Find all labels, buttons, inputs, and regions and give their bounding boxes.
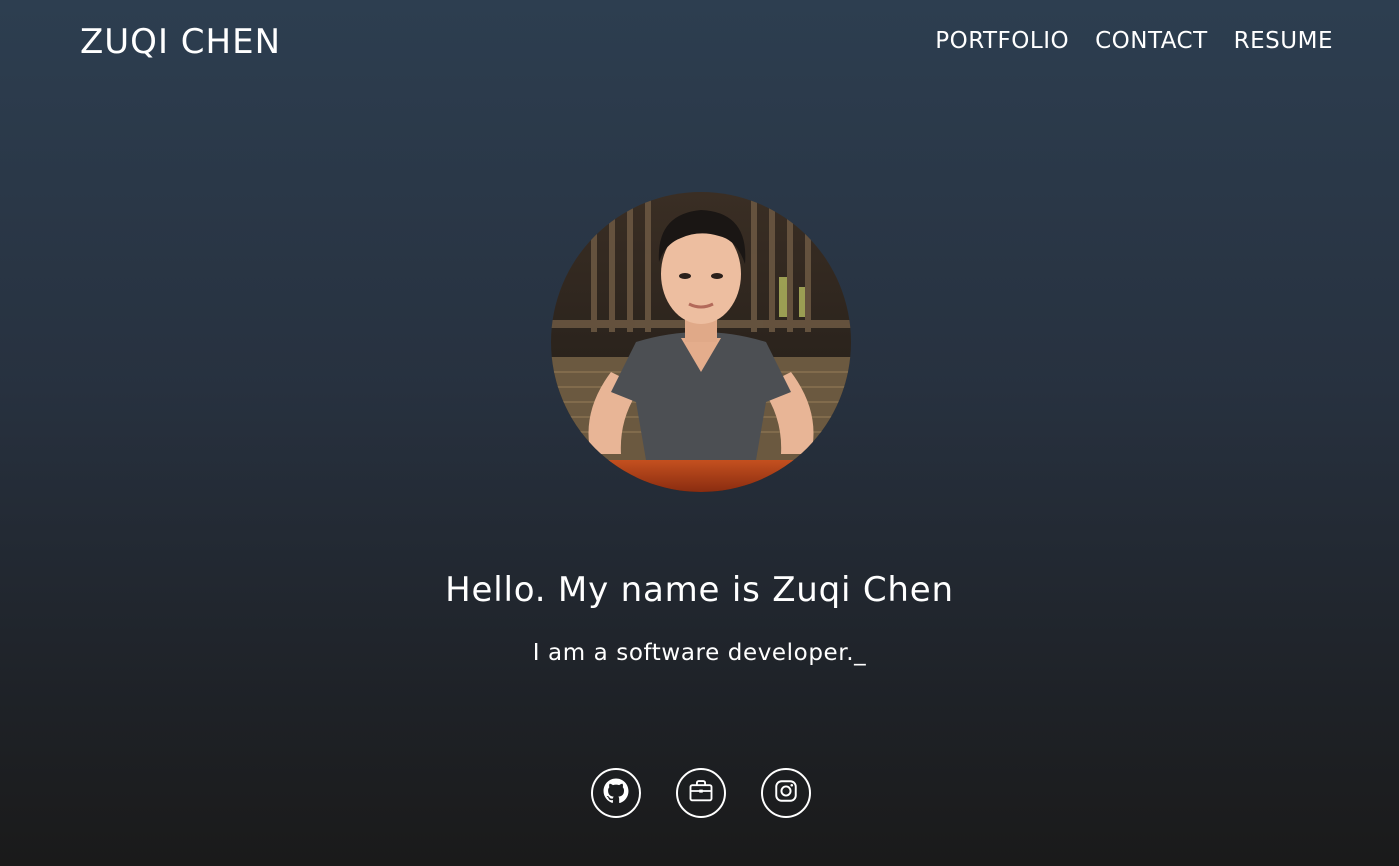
brand-logo-link[interactable]: ZUQI CHEN bbox=[80, 22, 281, 62]
nav-portfolio[interactable]: PORTFOLIO bbox=[935, 28, 1069, 54]
github-icon bbox=[603, 778, 629, 808]
briefcase-icon bbox=[687, 777, 715, 809]
hero-subline: I am a software developer. bbox=[532, 640, 855, 666]
main-nav: PORTFOLIO CONTACT RESUME bbox=[935, 28, 1333, 54]
social-links bbox=[591, 768, 811, 818]
hero-headline: Hello. My name is Zuqi Chen bbox=[445, 570, 954, 610]
nav-resume[interactable]: RESUME bbox=[1234, 28, 1333, 54]
hero-subline-container: I am a software developer._ bbox=[0, 640, 1399, 666]
nav-contact[interactable]: CONTACT bbox=[1095, 28, 1208, 54]
instagram-link[interactable] bbox=[761, 768, 811, 818]
instagram-icon bbox=[773, 778, 799, 808]
portfolio-link[interactable] bbox=[676, 768, 726, 818]
site-header: ZUQI CHEN PORTFOLIO CONTACT RESUME bbox=[0, 0, 1399, 86]
typing-cursor: _ bbox=[854, 640, 867, 666]
profile-photo bbox=[551, 192, 851, 492]
github-link[interactable] bbox=[591, 768, 641, 818]
